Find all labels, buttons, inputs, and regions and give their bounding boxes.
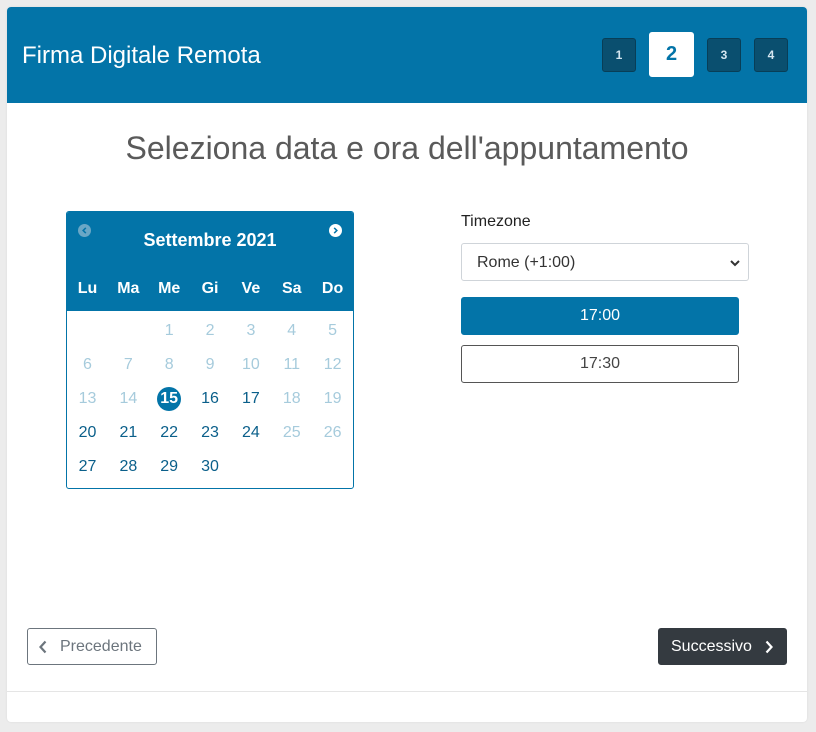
next-button-label: Successivo	[671, 637, 752, 655]
calendar-header: Settembre 2021 Lu Ma Me Gi Ve Sa Do	[67, 212, 353, 311]
calendar-day: 9	[190, 352, 231, 378]
calendar-day-number: 13	[78, 390, 97, 407]
timezone-select-value: Rome (+1:00)	[477, 254, 576, 271]
calendar-day-number: 4	[287, 322, 297, 339]
calendar-day: 12	[312, 352, 353, 378]
calendar-day-number: 20	[78, 424, 97, 441]
page-title: Seleziona data e ora dell'appuntamento	[125, 130, 689, 166]
calendar-day-number: 14	[119, 390, 138, 407]
calendar-day: 25	[271, 420, 312, 446]
calendar-day: 18	[271, 386, 312, 412]
chevron-right-circle-icon[interactable]	[329, 224, 342, 237]
calendar-day-number: 9	[205, 356, 215, 373]
weekday-sa: Sa	[281, 280, 302, 297]
timezone-select[interactable]: Rome (+1:00)	[461, 243, 749, 281]
wizard-header: Firma Digitale Remota 1 2 3 4	[7, 7, 807, 103]
calendar-day-number: 23	[201, 424, 219, 441]
step-3[interactable]: 3	[707, 38, 741, 72]
calendar-day: 26	[312, 420, 353, 446]
calendar-day: 11	[271, 352, 312, 378]
calendar-day[interactable]: 20	[67, 420, 108, 446]
weekday-lu: Lu	[77, 280, 98, 297]
calendar-day-number: 5	[328, 322, 338, 339]
chevron-right-icon	[765, 640, 773, 653]
chevron-down-icon	[730, 260, 740, 267]
calendar-day: 2	[190, 318, 231, 344]
calendar-day[interactable]: 30	[190, 454, 231, 480]
calendar-day-number: 25	[282, 424, 301, 441]
calendar-day-number: 1	[164, 322, 174, 339]
calendar-day: 7	[108, 352, 149, 378]
date-picker: Settembre 2021 Lu Ma Me Gi Ve Sa Do 1234567891…	[66, 211, 354, 489]
calendar-day-number: 21	[119, 424, 138, 441]
calendar-day: 19	[312, 386, 353, 412]
weekday-do: Do	[321, 280, 344, 297]
calendar-day-number: 29	[160, 458, 179, 475]
calendar-day-number: 6	[83, 356, 92, 373]
calendar-day-number: 30	[201, 458, 219, 475]
calendar-day-number: 16	[201, 390, 219, 407]
calendar-day: 1	[149, 318, 190, 344]
calendar-day: 10	[230, 352, 271, 378]
wizard-card: Firma Digitale Remota 1 2 3 4 Seleziona …	[7, 7, 807, 722]
calendar-day-number: 18	[282, 390, 301, 407]
calendar-day-number: 10	[241, 356, 260, 373]
step-2-active[interactable]: 2	[649, 32, 694, 77]
calendar-day[interactable]: 17	[230, 386, 271, 412]
calendar-day[interactable]: 16	[190, 386, 231, 412]
calendar-day-number: 22	[160, 424, 179, 441]
calendar-month-label: Settembre 2021	[143, 230, 277, 250]
next-button[interactable]: Successivo	[658, 628, 787, 665]
calendar-day[interactable]: 23	[190, 420, 231, 446]
calendar-day-number: 28	[119, 458, 138, 475]
calendar-day[interactable]: 21	[108, 420, 149, 446]
weekday-me: Me	[158, 280, 181, 297]
calendar-day-number: 27	[78, 458, 97, 475]
calendar-day: 4	[271, 318, 312, 344]
calendar-day-number: 2	[205, 322, 215, 339]
calendar-day: 14	[108, 386, 149, 412]
calendar-day-number: 26	[323, 424, 342, 441]
calendar-day-number: 11	[283, 356, 301, 373]
calendar-day-number: 24	[241, 424, 260, 441]
calendar-day: 6	[67, 352, 108, 378]
calendar-day-selected[interactable]: 15	[149, 386, 190, 412]
calendar-day: 3	[230, 318, 271, 344]
calendar-day[interactable]: 29	[149, 454, 190, 480]
calendar-day: 13	[67, 386, 108, 412]
app-title: Firma Digitale Remota	[22, 42, 261, 69]
weekday-gi: Gi	[201, 280, 219, 297]
calendar-day-number: 3	[246, 322, 256, 339]
step-1[interactable]: 1	[602, 38, 636, 72]
timezone-label: Timezone	[461, 213, 531, 230]
previous-button-label: Precedente	[60, 637, 142, 655]
previous-button[interactable]: Precedente	[27, 628, 157, 665]
calendar-day-number: 19	[323, 390, 342, 407]
calendar-day[interactable]: 28	[108, 454, 149, 480]
calendar-day-number: 7	[123, 356, 133, 373]
footer-divider	[7, 691, 807, 692]
calendar-day[interactable]: 27	[67, 454, 108, 480]
weekday-ve: Ve	[241, 280, 261, 297]
time-slot-1730[interactable]: 17:30	[461, 345, 739, 383]
calendar-day-number: 12	[323, 356, 342, 373]
step-4[interactable]: 4	[754, 38, 788, 72]
weekday-ma: Ma	[117, 280, 140, 297]
calendar-day: 8	[149, 352, 190, 378]
calendar-day[interactable]: 22	[149, 420, 190, 446]
time-slot-1700[interactable]: 17:00	[461, 297, 739, 335]
calendar-day: 5	[312, 318, 353, 344]
calendar-day-number: 15	[157, 387, 182, 411]
calendar-day-number: 8	[164, 356, 174, 373]
chevron-left-icon	[39, 640, 47, 653]
calendar-day[interactable]: 24	[230, 420, 271, 446]
calendar-day-number: 17	[241, 390, 260, 407]
